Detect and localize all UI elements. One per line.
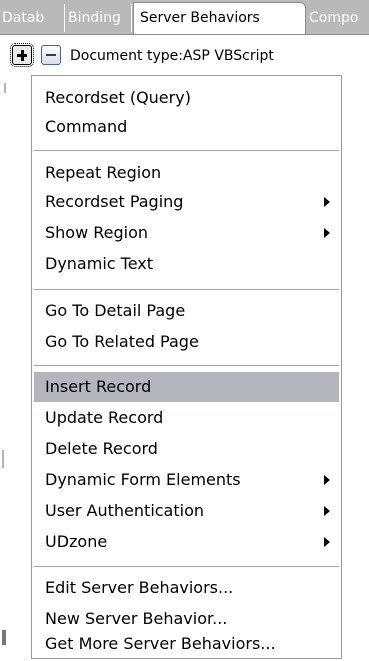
menu-item-command[interactable]: Command <box>34 112 339 142</box>
edge-mark <box>2 630 6 645</box>
menu-item-label: Recordset Paging <box>45 192 184 211</box>
menu-item-delete-record[interactable]: Delete Record <box>34 434 339 464</box>
menu-separator <box>34 365 339 367</box>
menu-item-go-to-detail-page[interactable]: Go To Detail Page <box>34 296 339 326</box>
menu-item-repeat-region[interactable]: Repeat Region <box>34 158 339 188</box>
menu-separator <box>34 566 339 568</box>
tab-bindings[interactable]: Binding <box>66 4 132 32</box>
menu-item-insert-record[interactable]: Insert Record <box>34 372 339 402</box>
menu-item-edit-server-behaviors[interactable]: Edit Server Behaviors... <box>34 573 339 603</box>
menu-item-get-more-server-behaviors[interactable]: Get More Server Behaviors... <box>34 629 339 659</box>
menu-item-recordset-paging[interactable]: Recordset Paging <box>34 187 339 217</box>
submenu-arrow-icon <box>324 197 330 207</box>
menu-item-label: Show Region <box>45 223 149 242</box>
submenu-arrow-icon <box>324 228 330 238</box>
menu-item-label: User Authentication <box>45 501 205 520</box>
server-behaviors-add-menu: Recordset (Query) Command Repeat Region … <box>31 75 342 659</box>
menu-item-show-region[interactable]: Show Region <box>34 218 339 248</box>
submenu-arrow-icon <box>324 506 330 516</box>
plus-icon[interactable] <box>10 43 34 67</box>
panel-tab-strip: Datab Binding Server Behaviors Compo <box>0 0 369 35</box>
menu-item-label: UDzone <box>45 532 108 551</box>
menu-item-user-authentication[interactable]: User Authentication <box>34 496 339 526</box>
menu-separator <box>34 150 339 152</box>
document-type-label: Document type:ASP VBScript <box>70 48 274 64</box>
submenu-arrow-icon <box>324 475 330 485</box>
tab-server-behaviors[interactable]: Server Behaviors <box>133 2 306 34</box>
menu-separator <box>34 289 339 291</box>
menu-item-udzone[interactable]: UDzone <box>34 527 339 557</box>
submenu-arrow-icon <box>324 537 330 547</box>
panel-content-edge <box>0 75 30 661</box>
tab-components[interactable]: Compo <box>307 4 369 32</box>
menu-item-label: Dynamic Form Elements <box>45 470 241 489</box>
server-behaviors-panel: Datab Binding Server Behaviors Compo Doc… <box>0 0 369 661</box>
edge-mark <box>2 450 4 468</box>
menu-item-update-record[interactable]: Update Record <box>34 403 339 433</box>
menu-item-dynamic-form-elements[interactable]: Dynamic Form Elements <box>34 465 339 495</box>
menu-item-dynamic-text[interactable]: Dynamic Text <box>34 249 339 279</box>
panel-toolbar: Document type:ASP VBScript <box>0 35 369 75</box>
menu-item-recordset[interactable]: Recordset (Query) <box>34 83 339 113</box>
tab-databases[interactable]: Datab <box>0 4 65 32</box>
minus-icon[interactable] <box>41 45 61 65</box>
menu-item-go-to-related-page[interactable]: Go To Related Page <box>34 327 339 357</box>
edge-mark <box>4 83 6 93</box>
